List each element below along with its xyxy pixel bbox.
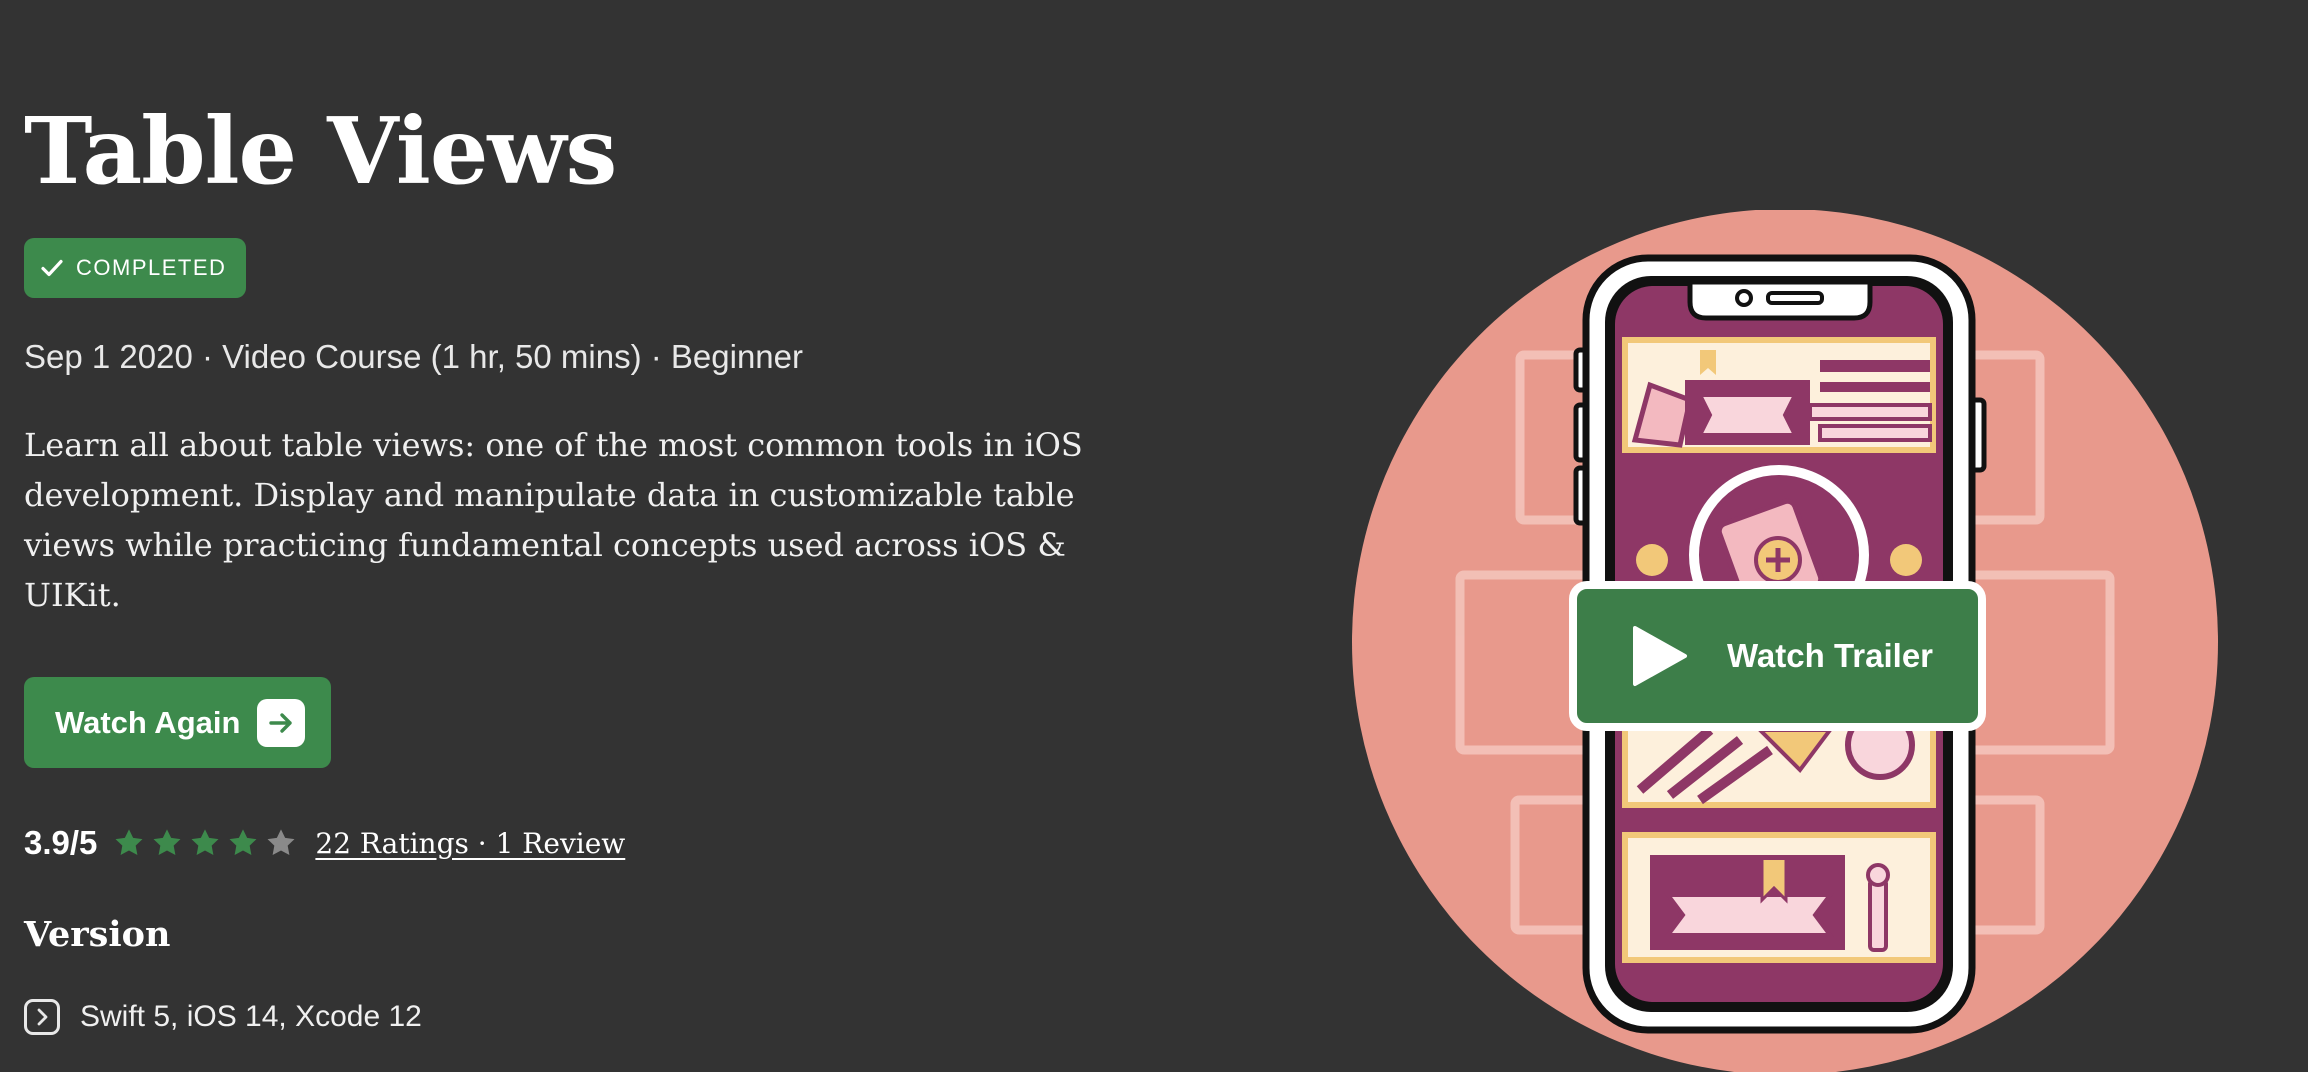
status-badge: COMPLETED	[24, 238, 247, 298]
page-title: Table Views	[24, 97, 617, 205]
course-meta: Sep 1 2020 · Video Course (1 hr, 50 mins…	[24, 338, 803, 375]
star-icon	[229, 829, 257, 855]
watch-trailer-label: Watch Trailer	[1727, 637, 1934, 674]
star-icon	[115, 829, 143, 855]
chevron-right-icon[interactable]	[24, 999, 60, 1035]
course-description: Learn all about table views: one of the …	[24, 426, 1083, 614]
rating-value: 3.9/5	[24, 824, 98, 861]
watch-again-label: Watch Again	[55, 704, 241, 740]
ratings-reviews-link[interactable]: 22 Ratings · 1 Review	[315, 827, 625, 860]
arrow-right-icon	[257, 698, 305, 747]
watch-again-button[interactable]: Watch Again	[24, 677, 331, 768]
star-icon	[153, 829, 181, 855]
rating-stars	[113, 827, 297, 859]
watch-trailer-button[interactable]: Watch Trailer	[1569, 581, 1986, 731]
star-icon	[267, 829, 295, 855]
version-row[interactable]: Swift 5, iOS 14, Xcode 12	[24, 999, 422, 1035]
checkmark-icon	[41, 259, 63, 277]
status-badge-label: COMPLETED	[76, 255, 227, 280]
rating-row: 3.9/5 22 Ratings · 1 Review	[24, 820, 625, 866]
play-icon	[1633, 626, 1687, 686]
star-icon	[191, 829, 219, 855]
version-heading: Version	[24, 914, 171, 955]
version-text: Swift 5, iOS 14, Xcode 12	[80, 1000, 422, 1033]
